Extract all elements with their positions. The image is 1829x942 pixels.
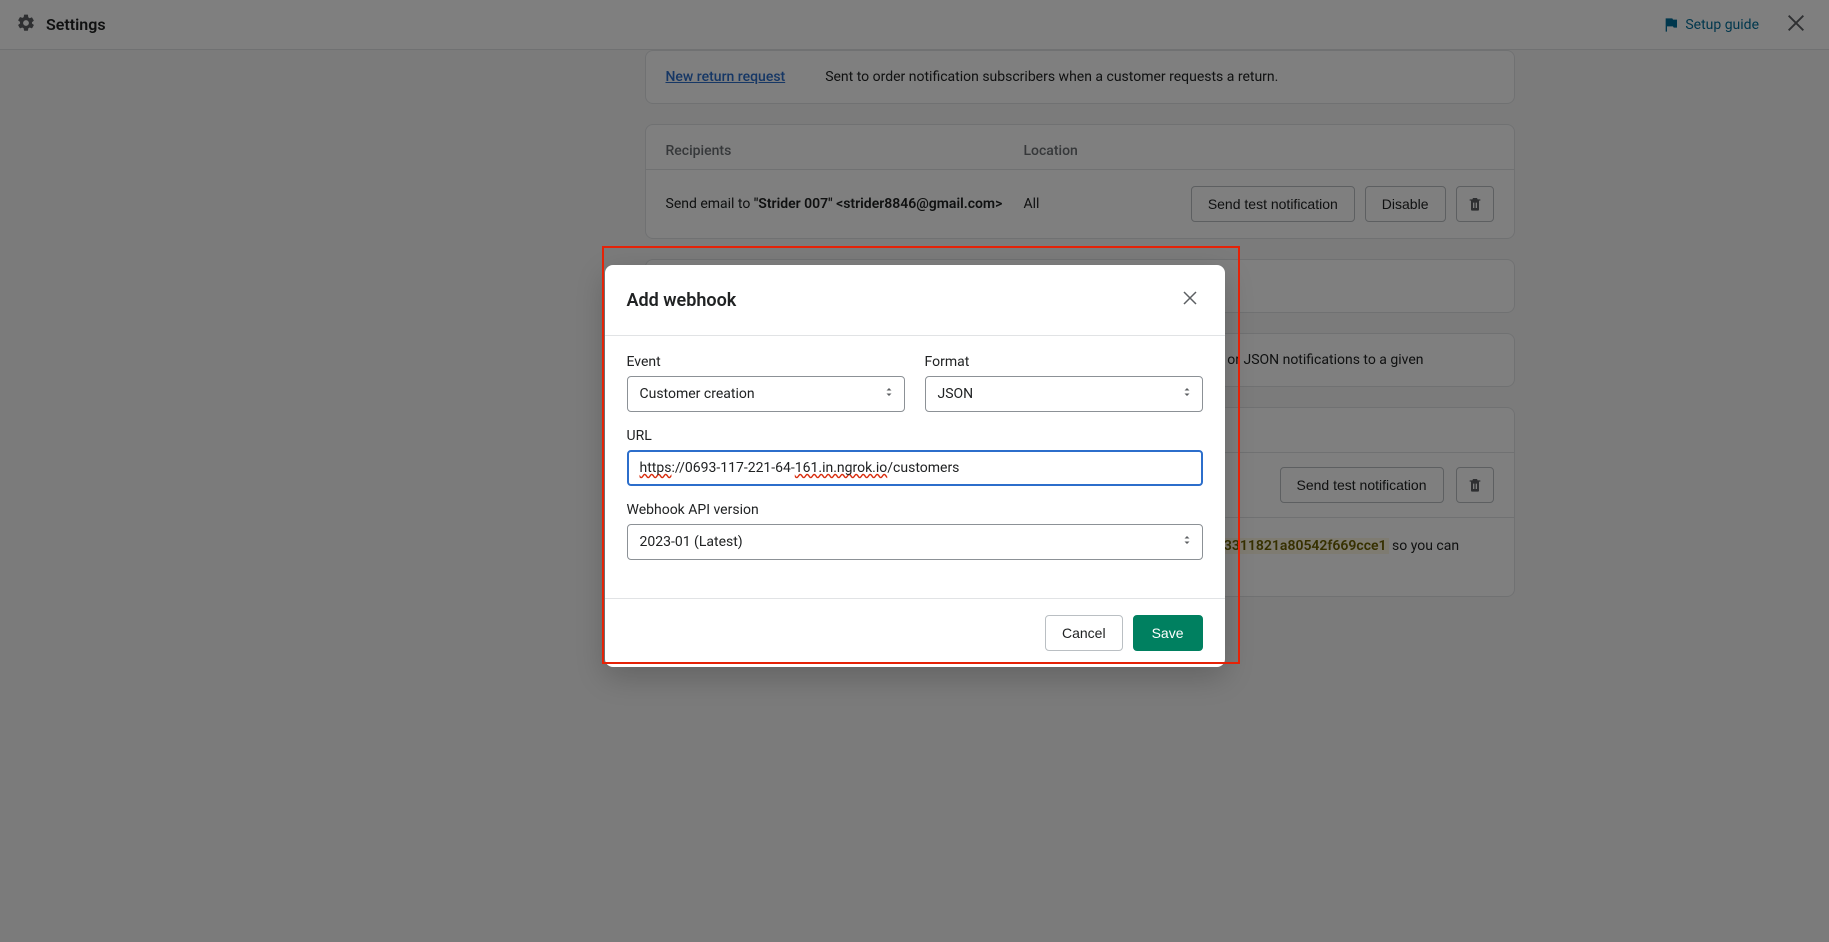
format-label: Format — [925, 354, 1203, 370]
add-webhook-modal: Add webhook Event Customer creation Fo — [605, 265, 1225, 667]
url-mid: ://0693-117-221-64- — [671, 460, 794, 476]
close-icon — [1181, 289, 1199, 307]
format-select[interactable]: JSON — [925, 376, 1203, 412]
url-label: URL — [627, 428, 1203, 444]
modal-title: Add webhook — [627, 290, 737, 311]
api-version-select[interactable]: 2023-01 (Latest) — [627, 524, 1203, 560]
save-button[interactable]: Save — [1133, 615, 1203, 651]
url-tail: /customers — [887, 460, 959, 476]
url-wavy-https: https — [640, 460, 672, 476]
url-input[interactable]: https://0693-117-221-64-161.in.ngrok.io/… — [627, 450, 1203, 486]
url-wavy-host: 161.in.ngrok.io — [795, 460, 887, 476]
api-version-label: Webhook API version — [627, 502, 1203, 518]
cancel-button[interactable]: Cancel — [1045, 615, 1123, 651]
event-select[interactable]: Customer creation — [627, 376, 905, 412]
modal-overlay: Add webhook Event Customer creation Fo — [0, 0, 1829, 942]
event-label: Event — [627, 354, 905, 370]
modal-close-button[interactable] — [1177, 285, 1203, 315]
